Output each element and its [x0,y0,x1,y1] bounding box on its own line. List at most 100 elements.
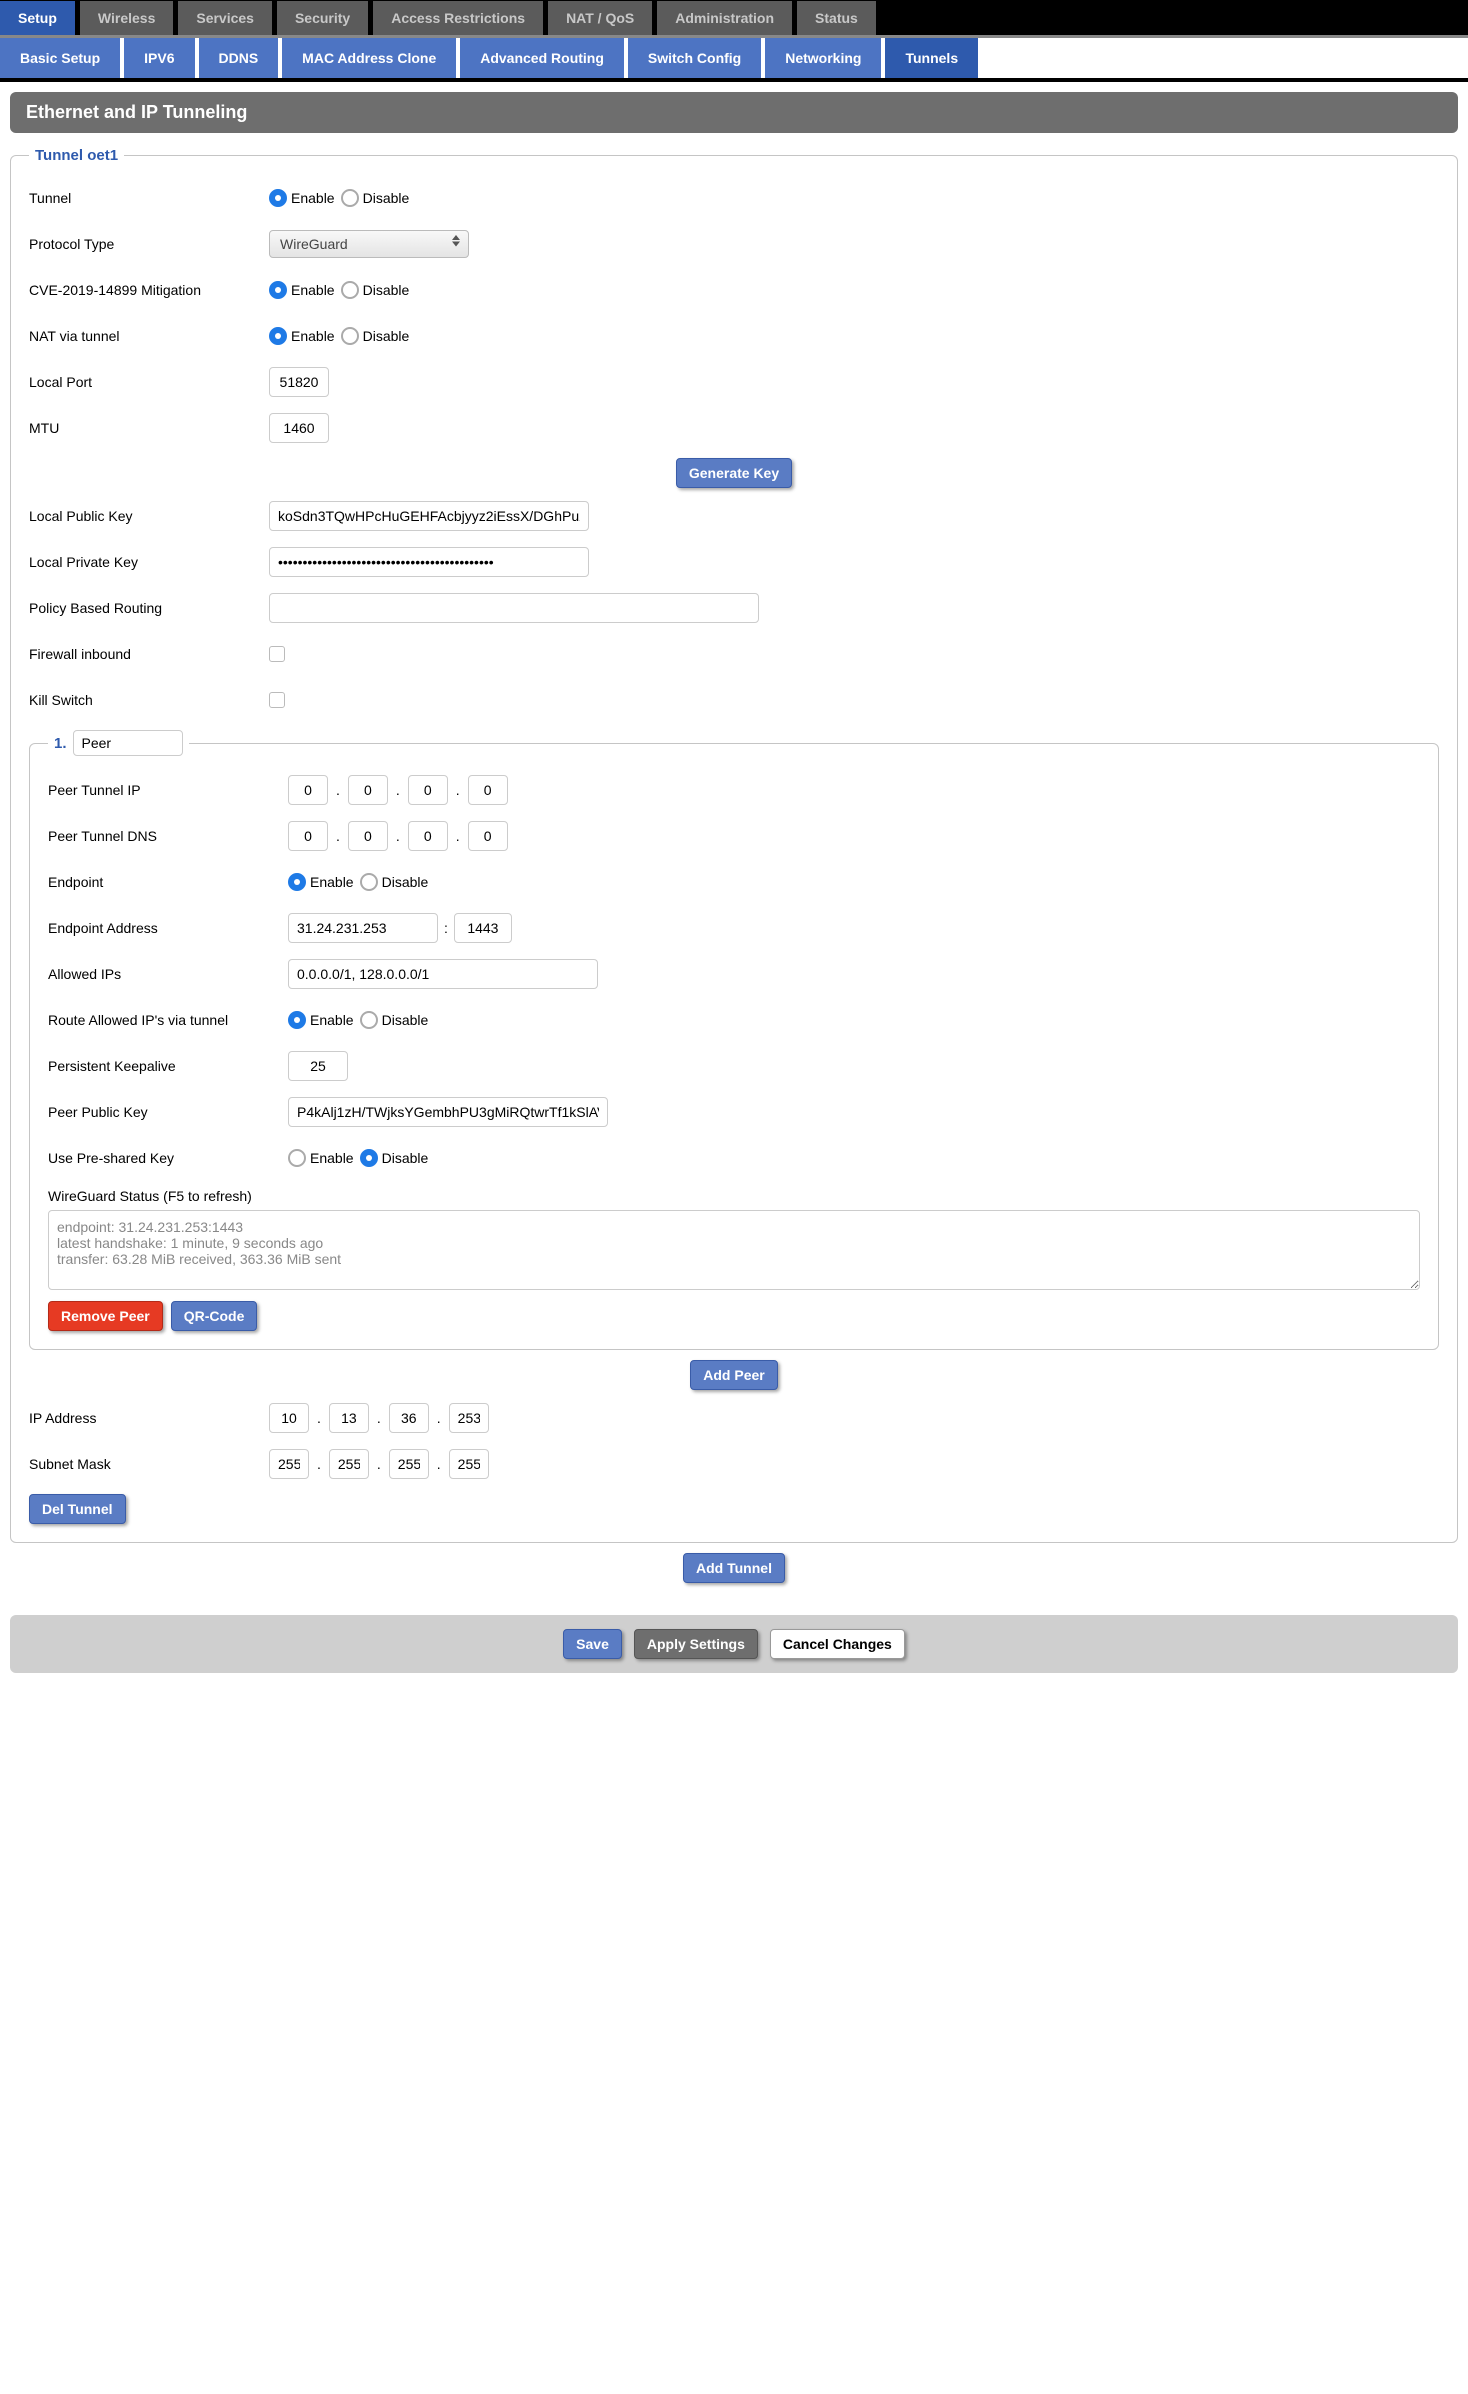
tab-administration[interactable]: Administration [657,1,792,35]
allowed-ips-input[interactable] [288,959,598,989]
subnet-2[interactable] [389,1449,429,1479]
peer-dns-2[interactable] [408,821,448,851]
keepalive-input[interactable] [288,1051,348,1081]
peer-tunnel-dns-label: Peer Tunnel DNS [48,828,288,844]
cve-disable-radio[interactable]: Disable [341,281,410,299]
peer-tunnel-ip-label: Peer Tunnel IP [48,782,288,798]
firewall-inbound-label: Firewall inbound [29,646,269,662]
kill-switch-label: Kill Switch [29,692,269,708]
add-peer-button[interactable]: Add Peer [690,1360,777,1390]
tab-access-restrictions[interactable]: Access Restrictions [373,1,543,35]
cve-label: CVE-2019-14899 Mitigation [29,282,269,298]
subtab-tunnels[interactable]: Tunnels [885,38,978,78]
endpoint-port-input[interactable] [454,913,512,943]
nat-via-label: NAT via tunnel [29,328,269,344]
qr-code-button[interactable]: QR-Code [171,1301,258,1331]
tab-setup[interactable]: Setup [0,1,75,35]
del-tunnel-button[interactable]: Del Tunnel [29,1494,126,1524]
allowed-ips-label: Allowed IPs [48,966,288,982]
apply-settings-button[interactable]: Apply Settings [634,1629,758,1659]
ip-address-label: IP Address [29,1410,269,1426]
peer-legend: 1. [48,730,189,756]
local-private-key-input[interactable] [269,547,589,577]
tab-security[interactable]: Security [277,1,368,35]
local-private-key-label: Local Private Key [29,554,269,570]
endpoint-disable-radio[interactable]: Disable [360,873,429,891]
nat-disable-radio[interactable]: Disable [341,327,410,345]
cancel-changes-button[interactable]: Cancel Changes [770,1629,905,1659]
protocol-type-label: Protocol Type [29,236,269,252]
endpoint-label: Endpoint [48,874,288,890]
peer-ip-2[interactable] [408,775,448,805]
top-nav: Setup Wireless Services Security Access … [0,0,1468,38]
subnet-3[interactable] [449,1449,489,1479]
peer-number: 1. [54,735,67,752]
peer-ip-3[interactable] [468,775,508,805]
peer-dns-1[interactable] [348,821,388,851]
tunnel-fieldset: Tunnel oet1 Tunnel Enable Disable Protoc… [10,147,1458,1543]
peer-dns-0[interactable] [288,821,328,851]
ip-addr-2[interactable] [389,1403,429,1433]
peer-ip-1[interactable] [348,775,388,805]
remove-peer-button[interactable]: Remove Peer [48,1301,163,1331]
tunnel-enable-radio[interactable]: Enable [269,189,335,207]
nat-enable-radio[interactable]: Enable [269,327,335,345]
ip-addr-3[interactable] [449,1403,489,1433]
peer-dns-3[interactable] [468,821,508,851]
route-allowed-disable-radio[interactable]: Disable [360,1011,429,1029]
mtu-label: MTU [29,420,269,436]
route-allowed-label: Route Allowed IP's via tunnel [48,1012,288,1028]
subtab-networking[interactable]: Networking [765,38,881,78]
subnet-0[interactable] [269,1449,309,1479]
peer-ip-0[interactable] [288,775,328,805]
local-public-key-input[interactable] [269,501,589,531]
peer-public-key-input[interactable] [288,1097,608,1127]
save-button[interactable]: Save [563,1629,622,1659]
peer-fieldset: 1. Peer Tunnel IP . . . Peer Tunnel DNS … [29,730,1439,1350]
section-title: Ethernet and IP Tunneling [10,92,1458,133]
firewall-inbound-checkbox[interactable] [269,646,285,662]
wg-status-textarea[interactable] [48,1210,1420,1290]
ip-addr-0[interactable] [269,1403,309,1433]
tab-status[interactable]: Status [797,1,876,35]
psk-disable-radio[interactable]: Disable [360,1149,429,1167]
footer-actions: Save Apply Settings Cancel Changes [10,1615,1458,1673]
generate-key-button[interactable]: Generate Key [676,458,792,488]
subtab-basic-setup[interactable]: Basic Setup [0,38,120,78]
psk-enable-radio[interactable]: Enable [288,1149,354,1167]
subnet-mask-label: Subnet Mask [29,1456,269,1472]
ip-addr-1[interactable] [329,1403,369,1433]
route-allowed-enable-radio[interactable]: Enable [288,1011,354,1029]
peer-name-input[interactable] [73,730,183,756]
tunnel-label: Tunnel [29,190,269,206]
keepalive-label: Persistent Keepalive [48,1058,288,1074]
peer-public-key-label: Peer Public Key [48,1104,288,1120]
local-port-input[interactable] [269,367,329,397]
tunnel-disable-radio[interactable]: Disable [341,189,410,207]
mtu-input[interactable] [269,413,329,443]
endpoint-address-input[interactable] [288,913,438,943]
wg-status-label: WireGuard Status (F5 to refresh) [48,1188,1420,1204]
subtab-mac-clone[interactable]: MAC Address Clone [282,38,456,78]
cve-enable-radio[interactable]: Enable [269,281,335,299]
kill-switch-checkbox[interactable] [269,692,285,708]
sub-nav: Basic Setup IPV6 DDNS MAC Address Clone … [0,38,1468,82]
tunnel-legend: Tunnel oet1 [29,147,124,164]
subtab-switch-config[interactable]: Switch Config [628,38,761,78]
tab-wireless[interactable]: Wireless [80,1,173,35]
pbr-label: Policy Based Routing [29,600,269,616]
subtab-ipv6[interactable]: IPV6 [124,38,194,78]
endpoint-enable-radio[interactable]: Enable [288,873,354,891]
pbr-input[interactable] [269,593,759,623]
local-port-label: Local Port [29,374,269,390]
subtab-ddns[interactable]: DDNS [199,38,279,78]
tab-services[interactable]: Services [178,1,272,35]
tab-nat-qos[interactable]: NAT / QoS [548,1,652,35]
local-public-key-label: Local Public Key [29,508,269,524]
subnet-1[interactable] [329,1449,369,1479]
add-tunnel-button[interactable]: Add Tunnel [683,1553,785,1583]
subtab-advanced-routing[interactable]: Advanced Routing [460,38,624,78]
protocol-type-select[interactable]: WireGuard [269,230,469,258]
psk-label: Use Pre-shared Key [48,1150,288,1166]
endpoint-address-label: Endpoint Address [48,920,288,936]
